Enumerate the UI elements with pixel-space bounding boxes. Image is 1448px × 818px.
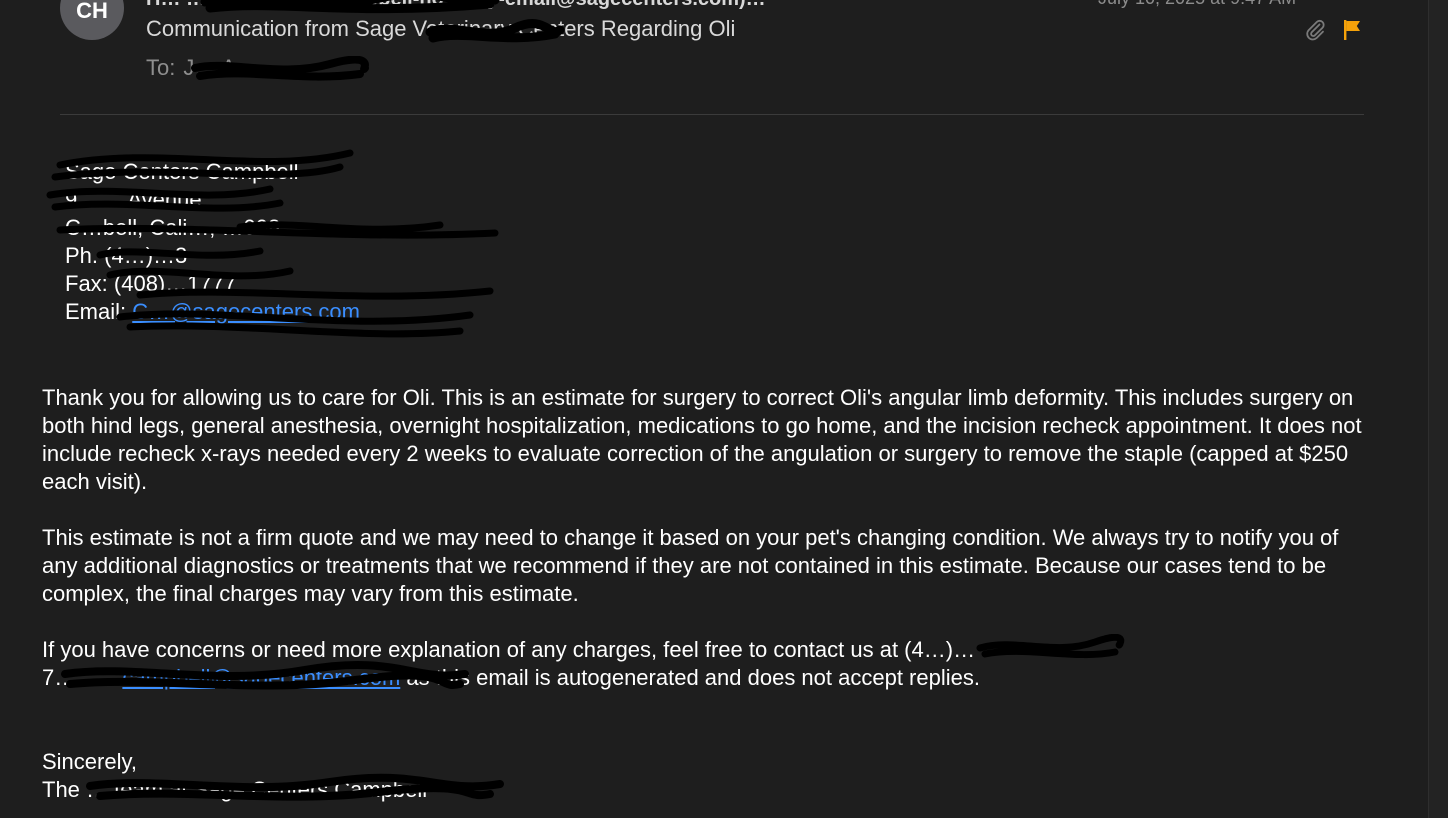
recipient-name[interactable]: J… A…	[183, 55, 258, 80]
clinic-email: Email: C…@sagecenters.com	[65, 298, 360, 326]
contact-email-link[interactable]: campbell@sagecenters.com	[122, 665, 400, 690]
closing-block: Sincerely, The … team at Sage Centers Ca…	[42, 748, 427, 804]
clinic-fax: Fax: (408)…1777	[65, 271, 237, 296]
clinic-street: 9… …Avenue	[65, 187, 202, 212]
signature-block: Sage Centers Campbell 9… …Avenue C…bell,…	[65, 158, 360, 326]
disclaimer-paragraph: This estimate is not a firm quote and we…	[42, 525, 1339, 606]
email-subject: Communication from Sage Veterinary Cente…	[146, 16, 736, 41]
to-label: To:	[146, 55, 176, 80]
received-date: July 10, 2025 at 9:47 AM	[1098, 0, 1296, 9]
header-divider	[60, 114, 1364, 115]
clinic-phone: Ph. (4…)…3	[65, 243, 188, 268]
contact-phone-end: 7…	[42, 665, 77, 690]
sender-avatar: CH	[60, 0, 124, 40]
contact-text-start: If you have concerns or need more explan…	[42, 637, 976, 662]
paperclip-icon[interactable]	[1303, 18, 1327, 42]
clinic-name: Sage Centers Campbell	[65, 159, 299, 184]
closing-salutation: Sincerely,	[42, 749, 137, 774]
sender-line[interactable]: H… …edoch (sageCampbell-no-reply-email@s…	[146, 0, 766, 11]
closing-team: The … team at Sage Centers Campbell	[42, 777, 428, 802]
estimate-paragraph: Thank you for allowing us to care for Ol…	[42, 385, 1362, 494]
email-label: Email:	[65, 299, 127, 324]
contact-text-end: as this email is autogenerated and does …	[400, 665, 980, 690]
contact-paragraph: If you have concerns or need more explan…	[42, 636, 1372, 692]
clinic-email-link[interactable]: C…@sagecenters.com	[132, 299, 360, 324]
scrollbar-track[interactable]	[1428, 0, 1448, 818]
flag-icon[interactable]	[1340, 18, 1364, 42]
clinic-city: C…bell, Cali…, …008	[65, 215, 281, 240]
recipient-line: To: J… A…	[146, 55, 266, 81]
